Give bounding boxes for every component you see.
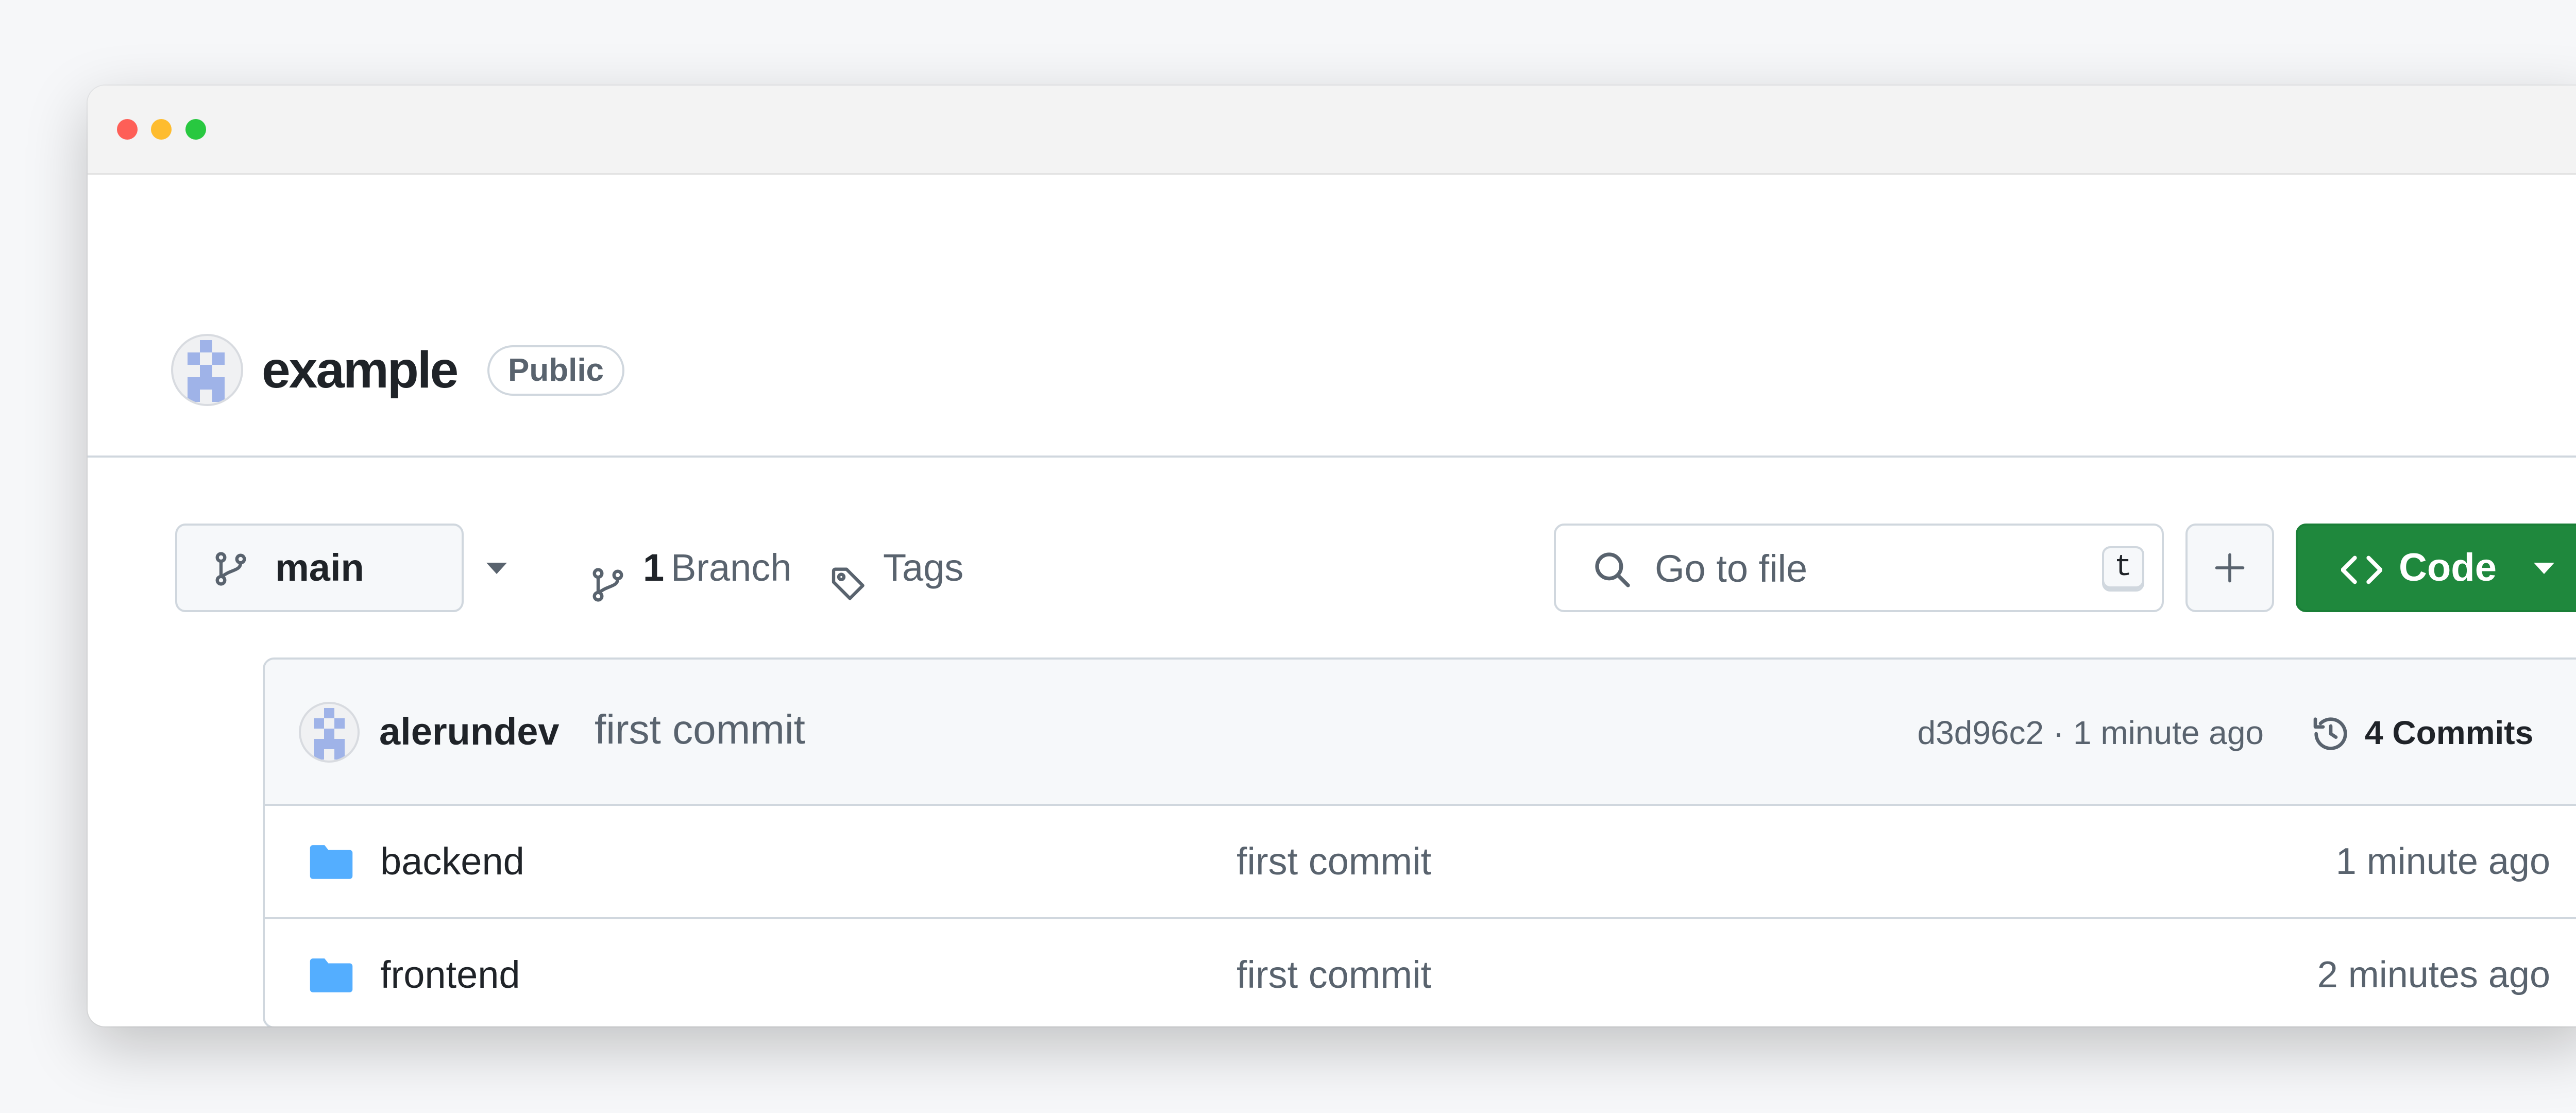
author-avatar[interactable] [299, 702, 360, 763]
commits-count-label: 4 Commits [2365, 714, 2534, 751]
commit-author[interactable]: alerundev [379, 700, 560, 764]
go-to-file-search[interactable]: t [1554, 524, 2164, 612]
add-file-button[interactable] [2185, 524, 2274, 612]
branch-count: 1 [643, 546, 665, 589]
latest-commit-bar: alerundev first commit d3d96c2 · 1 minut… [265, 660, 2576, 806]
keyboard-shortcut-hint: t [2102, 546, 2144, 592]
search-icon [1592, 549, 1633, 593]
file-browser: alerundev first commit d3d96c2 · 1 minut… [263, 657, 2576, 1026]
code-icon [2341, 549, 2383, 593]
commit-message[interactable]: first commit [595, 698, 805, 762]
visibility-badge: Public [487, 345, 625, 396]
code-button[interactable]: Code [2296, 524, 2576, 612]
git-branch-icon [211, 549, 250, 591]
repo-header: example Public [88, 173, 2576, 458]
branch-count-label: Branch [671, 546, 792, 589]
file-row[interactable]: frontend first commit 2 minutes ago [265, 919, 2576, 1026]
file-commit-message[interactable]: first commit [1236, 943, 1431, 1007]
tags-label: Tags [883, 546, 964, 589]
close-window-button[interactable] [117, 119, 138, 140]
history-icon [2310, 713, 2351, 757]
owner-avatar[interactable] [171, 334, 243, 406]
branch-name: main [275, 546, 364, 589]
file-updated-time: 2 minutes ago [2317, 954, 2550, 996]
plus-icon [2212, 550, 2247, 588]
git-branch-icon [588, 547, 628, 636]
file-commit-message[interactable]: first commit [1236, 830, 1431, 893]
file-updated-time: 1 minute ago [2335, 841, 2550, 882]
browser-window: example Public main 1 Branch Tags Go to … [88, 86, 2576, 1026]
code-button-label: Code [2399, 546, 2497, 589]
branch-selector-button[interactable]: main [175, 524, 507, 612]
tag-icon [828, 547, 870, 636]
file-name[interactable]: backend [380, 830, 524, 893]
maximize-window-button[interactable] [185, 119, 206, 140]
folder-icon [308, 956, 354, 996]
file-row[interactable]: backend first commit 1 minute ago [265, 806, 2576, 919]
repo-name[interactable]: example [262, 334, 459, 406]
search-input[interactable] [1654, 536, 2037, 601]
window-titlebar [88, 86, 2576, 175]
file-name[interactable]: frontend [380, 943, 520, 1007]
minimize-window-button[interactable] [151, 119, 172, 140]
commit-hash-and-time[interactable]: d3d96c2 · 1 minute ago [1918, 701, 2264, 765]
chevron-down-icon [2534, 563, 2554, 574]
folder-icon [308, 843, 354, 883]
chevron-down-icon [486, 563, 507, 574]
